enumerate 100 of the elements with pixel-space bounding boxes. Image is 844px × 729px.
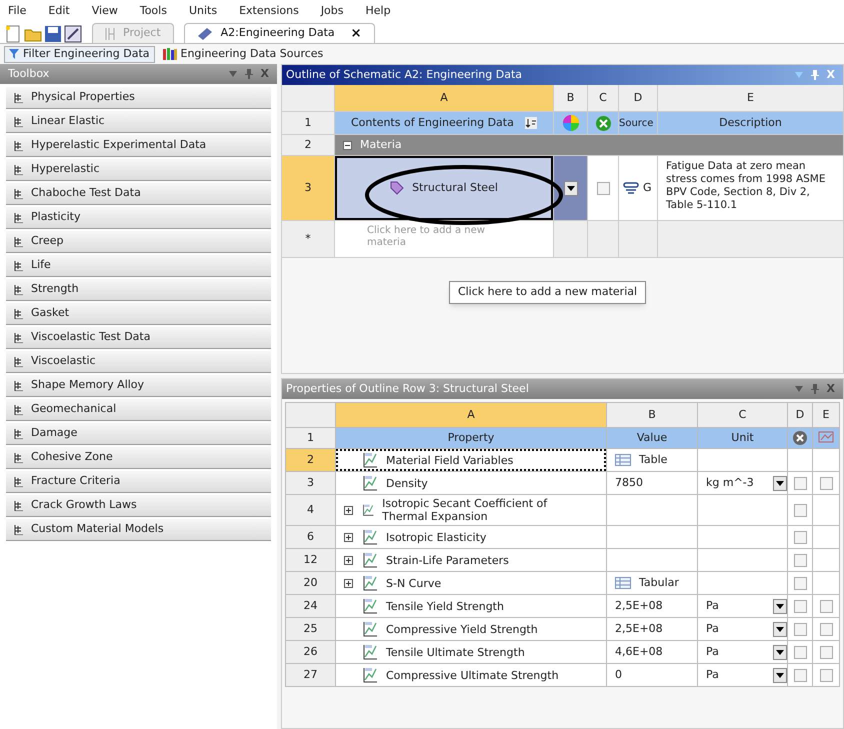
property-cell[interactable]: Material Field Variables <box>336 449 606 471</box>
toolbox-category[interactable]: Strength <box>6 279 271 301</box>
column-header: A <box>336 403 606 427</box>
pin-icon[interactable] <box>244 69 253 79</box>
toolbox-category[interactable]: Life <box>6 255 271 277</box>
toolbox-category[interactable]: Geomechanical <box>6 399 271 421</box>
tab[interactable]: A2:Engineering Data × <box>184 23 375 43</box>
toolbox-category[interactable]: Cohesive Zone <box>6 447 271 469</box>
menu-item[interactable]: Tools <box>140 2 167 20</box>
material-cell[interactable]: Structural Steel <box>335 156 553 220</box>
dropdown-button[interactable] <box>773 598 787 614</box>
checkbox[interactable] <box>820 668 832 682</box>
checkbox[interactable] <box>596 182 610 194</box>
checkbox[interactable] <box>794 668 806 682</box>
toolbox-category[interactable]: Hyperelastic Experimental Data <box>6 135 271 157</box>
row-number: 27 <box>286 664 335 686</box>
toolbox-category[interactable]: Physical Properties <box>6 87 271 109</box>
caret-icon <box>776 650 784 654</box>
checkbox[interactable] <box>820 622 832 636</box>
dropdown-button[interactable] <box>773 668 787 682</box>
checkbox[interactable] <box>794 554 806 566</box>
checkbox[interactable] <box>820 646 832 658</box>
toolbox-category[interactable]: Viscoelastic Test Data <box>6 327 271 349</box>
graph-icon <box>362 621 378 637</box>
graph-icon <box>362 529 378 545</box>
value-text: 2,5E+08 <box>615 620 663 637</box>
dropdown-button[interactable] <box>773 622 787 636</box>
dropdown-button[interactable] <box>773 644 787 660</box>
toolbox-category[interactable]: Plasticity <box>6 207 271 229</box>
checkbox[interactable] <box>794 576 806 590</box>
checkbox[interactable] <box>794 622 806 636</box>
dropdown-icon[interactable] <box>228 71 237 77</box>
menu-item[interactable]: File <box>8 2 26 20</box>
dropdown-icon[interactable] <box>794 386 803 392</box>
panel-title: Outline of Schematic A2: Engineering Data <box>286 66 522 83</box>
filter-icon <box>9 49 19 59</box>
menu-item[interactable]: Extensions <box>239 2 299 20</box>
books-icon <box>162 48 176 60</box>
toolbox-category[interactable]: Viscoelastic <box>6 351 271 373</box>
sort-icon[interactable] <box>525 117 537 129</box>
property-name: Material Field Variables <box>386 454 514 466</box>
checkbox[interactable] <box>794 504 806 516</box>
property-cell[interactable]: Compressive Yield Strength <box>336 618 606 640</box>
property-cell[interactable]: Tensile Yield Strength <box>336 595 606 617</box>
new-file-icon[interactable] <box>4 25 22 43</box>
row-number: 25 <box>286 618 335 640</box>
pin-icon[interactable] <box>810 70 819 80</box>
menu-item[interactable]: Edit <box>48 2 70 20</box>
unit-text: Pa <box>706 666 719 683</box>
window-icon[interactable] <box>64 25 82 43</box>
value-text: 2,5E+08 <box>615 598 663 614</box>
dropdown-icon[interactable] <box>794 72 803 78</box>
checkbox[interactable] <box>794 530 806 544</box>
table-cell <box>588 221 618 257</box>
toolbox-category[interactable]: Shape Memory Alloy <box>6 375 271 397</box>
menu-item[interactable]: Help <box>366 2 391 20</box>
dropdown-button[interactable] <box>773 476 787 490</box>
property-cell[interactable]: Isotropic Secant Coefficient of Thermal Expansion <box>336 495 606 525</box>
collapse-icon[interactable] <box>343 140 352 150</box>
column-header: E <box>813 403 839 427</box>
toolbox-category[interactable]: Fracture Criteria <box>6 471 271 493</box>
property-cell[interactable]: Tensile Ultimate Strength <box>336 641 606 663</box>
checkbox[interactable] <box>820 476 832 490</box>
row-number: 3 <box>282 156 334 220</box>
property-cell[interactable]: Density <box>336 472 606 494</box>
unit-text: Pa <box>706 620 719 637</box>
property-name: Density <box>386 476 428 490</box>
toolbox-category[interactable]: Chaboche Test Data <box>6 183 271 205</box>
value-text: 4,6E+08 <box>615 644 663 660</box>
source-text: G <box>643 180 652 196</box>
pin-icon[interactable] <box>810 384 819 394</box>
menu-item[interactable]: Units <box>188 2 218 20</box>
toolbox-category[interactable]: Linear Elastic <box>6 111 271 133</box>
property-cell[interactable]: S-N Curve <box>336 572 606 594</box>
checkbox[interactable] <box>794 476 806 490</box>
toolbox-category[interactable]: Gasket <box>6 303 271 325</box>
filter-button[interactable]: Filter Engineering Data <box>4 46 154 62</box>
checkbox[interactable] <box>794 646 806 658</box>
toolbox-category[interactable]: Hyperelastic <box>6 159 271 181</box>
row-number: 4 <box>286 495 335 525</box>
checkbox[interactable] <box>820 600 832 612</box>
property-cell[interactable]: Compressive Ultimate Strength <box>336 664 606 686</box>
sources-button[interactable]: Engineering Data Sources <box>158 46 328 62</box>
menu-item[interactable]: View <box>92 2 118 20</box>
close-button[interactable]: × <box>350 24 362 44</box>
menu-item[interactable]: Jobs <box>320 2 344 20</box>
toolbox-category[interactable]: Custom Material Models <box>6 519 271 541</box>
toolbox-category[interactable]: Crack Growth Laws <box>6 495 271 517</box>
save-icon[interactable] <box>44 25 62 43</box>
header-cell: Property <box>336 428 606 448</box>
property-name: Isotropic Elasticity <box>386 530 486 544</box>
toolbox-category[interactable]: Damage <box>6 423 271 445</box>
checkbox[interactable] <box>794 600 806 612</box>
property-cell[interactable]: Strain-Life Parameters <box>336 549 606 571</box>
unit-text: kg m^-3 <box>706 474 754 491</box>
property-name: Compressive Yield Strength <box>386 622 538 636</box>
dropdown-button[interactable] <box>564 180 578 196</box>
property-cell[interactable]: Isotropic Elasticity <box>336 526 606 548</box>
toolbox-category[interactable]: Creep <box>6 231 271 253</box>
row-number: 26 <box>286 641 335 663</box>
